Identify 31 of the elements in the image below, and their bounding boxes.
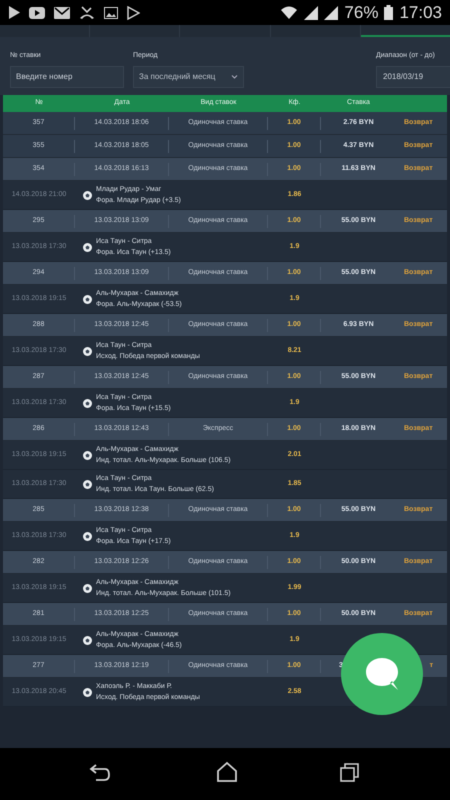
- ball-icon: [83, 294, 92, 304]
- missed-call-icon: [79, 6, 95, 20]
- ball-icon: [83, 398, 92, 408]
- bet-number-field[interactable]: Введите номер: [10, 66, 124, 88]
- home-icon[interactable]: [216, 761, 238, 783]
- ball-icon: [83, 636, 92, 644]
- play-store-icon: [127, 6, 140, 20]
- play-icon: [8, 6, 20, 19]
- signal-icon: [324, 6, 338, 20]
- wifi-icon: [280, 5, 298, 20]
- image-icon: [104, 6, 118, 18]
- ball-icon: [83, 190, 92, 200]
- battery-icon: [384, 5, 394, 20]
- ball-icon: [83, 450, 92, 460]
- ball-icon: [83, 480, 92, 488]
- period-select[interactable]: За последний месяц: [133, 66, 244, 88]
- ball-icon: [83, 532, 92, 540]
- ball-icon: [83, 346, 92, 356]
- date-range-field[interactable]: 2018/03/19: [376, 66, 450, 88]
- clock-time: 17:03: [399, 2, 442, 24]
- mail-icon: [54, 6, 70, 18]
- recent-apps-icon[interactable]: [340, 762, 360, 782]
- ball-icon: [83, 584, 92, 592]
- video-icon: [29, 6, 45, 18]
- chat-bubble-icon: [364, 657, 400, 691]
- ball-icon: [83, 688, 92, 696]
- ball-icon: [83, 242, 92, 252]
- battery-percent: 76%: [344, 2, 378, 24]
- signal-icon: [304, 6, 318, 20]
- back-icon[interactable]: [89, 764, 111, 782]
- chevron-down-icon: [231, 74, 238, 78]
